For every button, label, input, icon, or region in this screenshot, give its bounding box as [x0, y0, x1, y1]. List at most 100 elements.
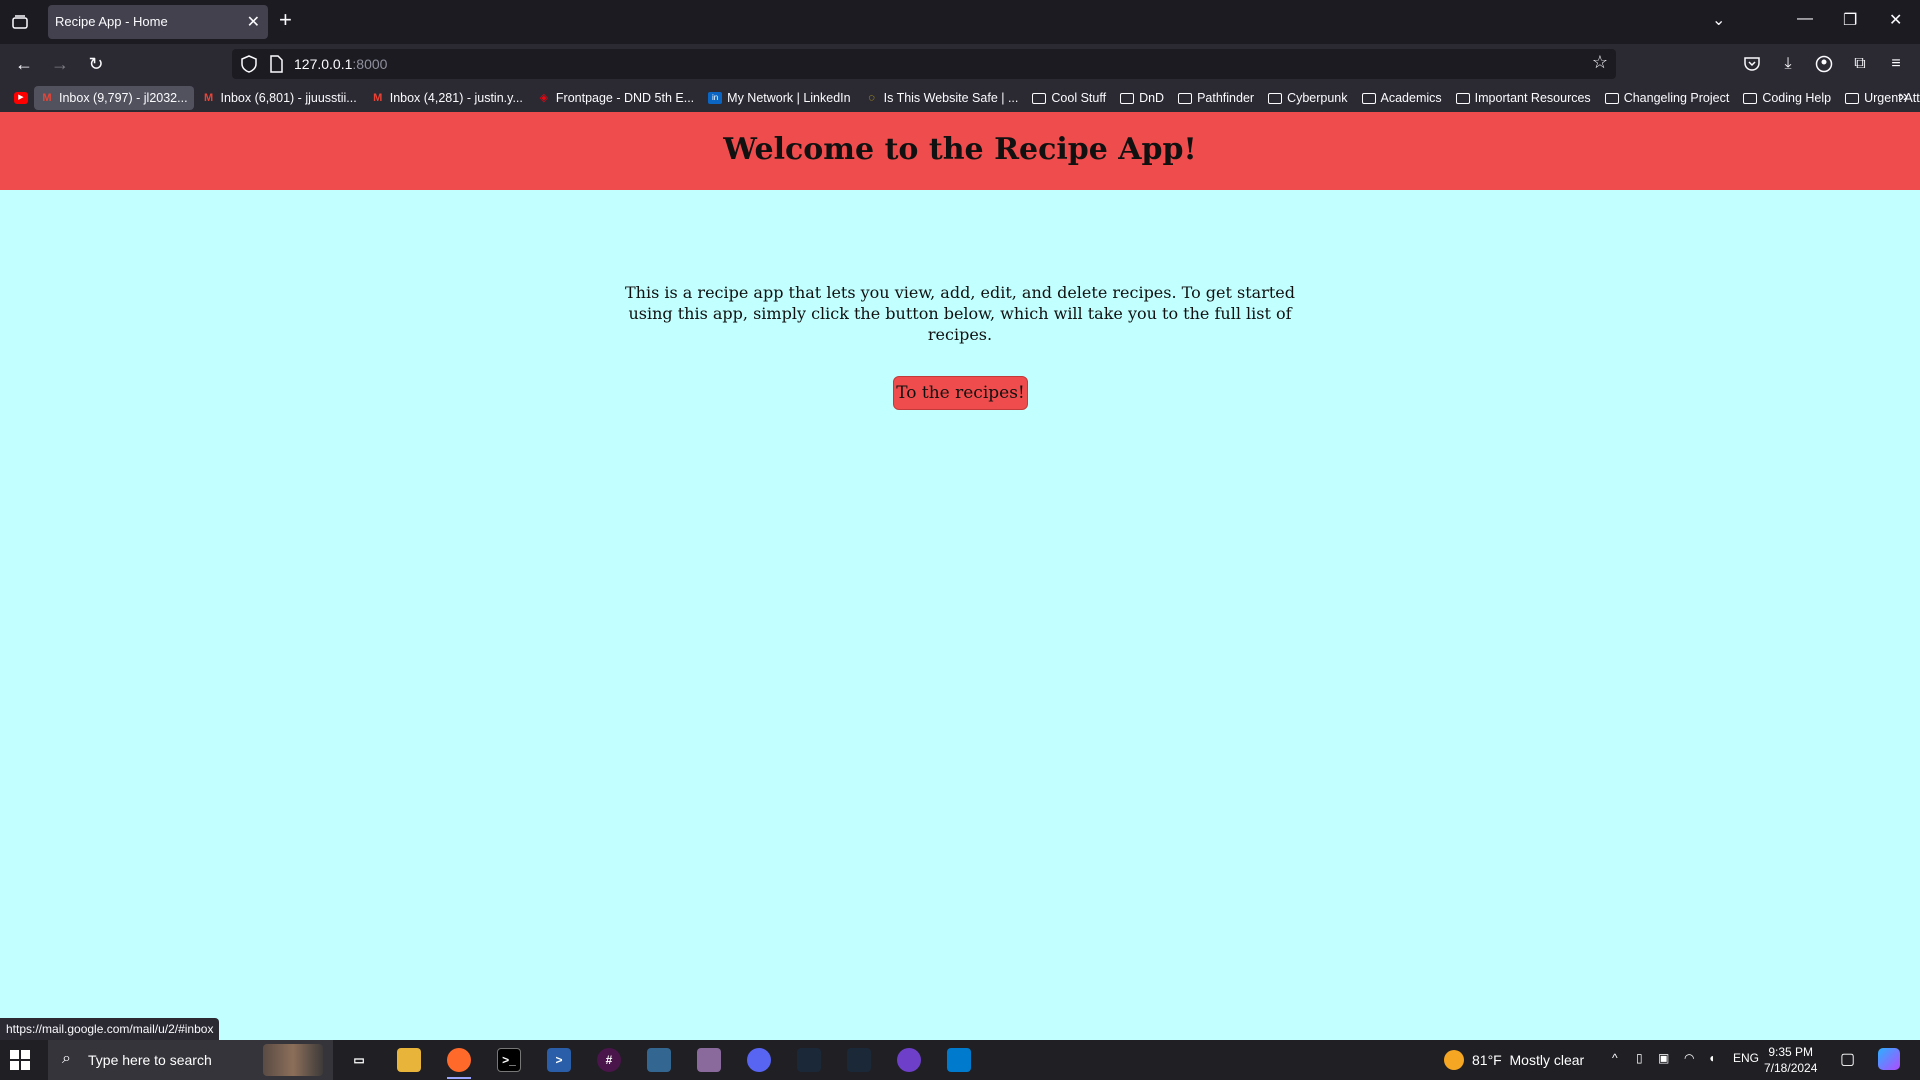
menu-icon[interactable]: ≡: [1884, 52, 1908, 76]
bookmark-label: Inbox (9,797) - jl2032...: [59, 91, 188, 105]
bookmark-label: Frontpage - DND 5th E...: [555, 91, 695, 105]
tray-app-icon[interactable]: ▯: [1636, 1051, 1643, 1065]
vscode-icon[interactable]: [947, 1048, 971, 1072]
bookmark-item[interactable]: Cool Stuff: [1026, 86, 1112, 110]
bookmark-label: Pathfinder: [1197, 91, 1255, 105]
bookmark-youtube[interactable]: ▶: [10, 86, 32, 110]
folder-icon: [1268, 92, 1283, 104]
window-close-icon[interactable]: ✕: [1889, 10, 1902, 30]
bookmark-item[interactable]: M Inbox (9,797) - jl2032...: [34, 86, 194, 110]
folder-icon: [1845, 92, 1860, 104]
chevron-double-right-icon[interactable]: »: [1899, 88, 1908, 106]
folder-icon: [1178, 92, 1193, 104]
to-recipes-button[interactable]: To the recipes!: [893, 376, 1028, 410]
account-icon[interactable]: [1812, 52, 1836, 76]
url-host: 127.0.0.1: [294, 56, 353, 72]
forward-icon[interactable]: →: [48, 52, 72, 76]
youtube-icon: ▶: [14, 92, 28, 104]
bookmark-star-icon[interactable]: ☆: [1592, 52, 1608, 73]
bookmark-item[interactable]: Cyberpunk: [1262, 86, 1353, 110]
gmail-icon: M: [203, 92, 214, 104]
bookmark-label: Important Resources: [1474, 91, 1591, 105]
close-icon[interactable]: ✕: [247, 12, 260, 32]
reload-icon[interactable]: ↻: [84, 52, 108, 76]
clock-time: 9:35 PM: [1768, 1045, 1814, 1059]
bookmark-item[interactable]: DnD: [1114, 86, 1170, 110]
folder-icon: [1120, 92, 1135, 104]
url-port: :8000: [352, 56, 388, 72]
page-icon[interactable]: [268, 55, 284, 73]
language-indicator[interactable]: ENG: [1733, 1051, 1759, 1065]
back-icon[interactable]: ←: [12, 52, 36, 76]
clock-date: 7/18/2024: [1764, 1061, 1818, 1075]
bookmark-item[interactable]: M Inbox (4,281) - justin.y...: [365, 86, 529, 110]
tab-list-icon[interactable]: [8, 10, 32, 34]
file-explorer-icon[interactable]: [397, 1048, 421, 1072]
steam-icon[interactable]: [797, 1048, 821, 1072]
bookmark-item[interactable]: Changeling Project: [1599, 86, 1736, 110]
bookmark-list: M Inbox (9,797) - jl2032... M Inbox (6,801)…: [34, 86, 1920, 110]
discord-icon[interactable]: [747, 1048, 771, 1072]
folder-icon: [1361, 92, 1376, 104]
weather-temp: 81°F: [1472, 1052, 1502, 1068]
bookmark-item[interactable]: ◌ Is This Website Safe | ...: [859, 86, 1025, 110]
navigation-bar: ← → ↻ 127.0.0.1:8000 ☆ ⤓ ⧉ ≡: [0, 44, 1920, 84]
volume-icon[interactable]: ◖: [1708, 1051, 1715, 1065]
bookmarks-bar: ▶ M Inbox (9,797) - jl2032... M Inbox (6,80…: [0, 84, 1920, 112]
search-placeholder: Type here to search: [88, 1052, 212, 1068]
taskbar-search[interactable]: ⌕ Type here to search: [48, 1040, 333, 1080]
tab-recipe-app-home[interactable]: Recipe App - Home ✕: [48, 5, 268, 39]
bookmark-item[interactable]: Pathfinder: [1172, 86, 1260, 110]
task-view-icon[interactable]: ▭: [347, 1048, 371, 1072]
extensions-icon[interactable]: ⧉: [1848, 52, 1872, 76]
bookmark-item[interactable]: in My Network | LinkedIn: [702, 86, 856, 110]
bookmark-label: DnD: [1139, 91, 1165, 105]
bookmark-label: Urgent Attention: [1864, 91, 1920, 105]
powershell-icon[interactable]: >: [547, 1048, 571, 1072]
chevron-down-icon[interactable]: ⌄: [1712, 10, 1725, 30]
postgresql-icon[interactable]: [647, 1048, 671, 1072]
restore-icon[interactable]: ❐: [1843, 10, 1857, 30]
tray-display-icon[interactable]: ▣: [1658, 1051, 1669, 1065]
bookmark-label: Cool Stuff: [1051, 91, 1107, 105]
active-app-indicator: [447, 1077, 471, 1079]
copilot-icon[interactable]: [1878, 1048, 1900, 1070]
chevron-up-icon[interactable]: ^: [1612, 1051, 1618, 1065]
bookmark-label: Cyberpunk: [1287, 91, 1348, 105]
bookmark-item[interactable]: M Inbox (6,801) - jjuusstii...: [196, 86, 363, 110]
new-tab-icon[interactable]: +: [279, 8, 292, 32]
bookmark-item[interactable]: Coding Help: [1737, 86, 1837, 110]
bookmark-item[interactable]: Important Resources: [1450, 86, 1597, 110]
browser-window: Recipe App - Home ✕ + ⌄ — ❐ ✕ ← → ↻ 127.…: [0, 0, 1920, 1080]
bookmark-item[interactable]: ◈ Frontpage - DND 5th E...: [531, 86, 700, 110]
intro-paragraph: This is a recipe app that lets you view,…: [625, 283, 1295, 344]
folder-icon: [1032, 92, 1047, 104]
folder-icon: [1455, 92, 1470, 104]
steam-icon-2[interactable]: [847, 1048, 871, 1072]
weather-widget[interactable]: 81°F Mostly clear: [1444, 1050, 1584, 1070]
minimize-icon[interactable]: —: [1797, 10, 1813, 28]
link-status-bar: https://mail.google.com/mail/u/2/#inbox: [0, 1018, 220, 1040]
search-icon: ⌕: [62, 1050, 71, 1067]
downloads-icon[interactable]: ⤓: [1776, 52, 1800, 76]
gmail-icon: M: [373, 92, 383, 104]
terminal-icon[interactable]: >_: [497, 1048, 521, 1072]
bookmark-label: My Network | LinkedIn: [727, 91, 851, 105]
shield-icon[interactable]: [240, 55, 258, 73]
url-bar[interactable]: 127.0.0.1:8000 ☆: [232, 49, 1616, 79]
clock[interactable]: 9:35 PM 7/18/2024: [1764, 1044, 1817, 1076]
app-icon[interactable]: [697, 1048, 721, 1072]
bookmark-label: Is This Website Safe | ...: [883, 91, 1019, 105]
bookmark-item[interactable]: Academics: [1356, 86, 1448, 110]
firefox-icon[interactable]: [447, 1048, 471, 1072]
pocket-icon[interactable]: [1740, 52, 1764, 76]
bookmark-label: Academics: [1380, 91, 1442, 105]
gmail-icon: M: [42, 92, 52, 104]
windows-start-icon[interactable]: [10, 1050, 30, 1070]
url-text[interactable]: 127.0.0.1:8000: [294, 56, 387, 72]
slack-icon[interactable]: #: [597, 1048, 621, 1072]
notifications-icon[interactable]: ▢: [1840, 1049, 1855, 1069]
wifi-icon[interactable]: ◠: [1684, 1051, 1694, 1065]
bookmark-label: Coding Help: [1762, 91, 1832, 105]
github-desktop-icon[interactable]: [897, 1048, 921, 1072]
